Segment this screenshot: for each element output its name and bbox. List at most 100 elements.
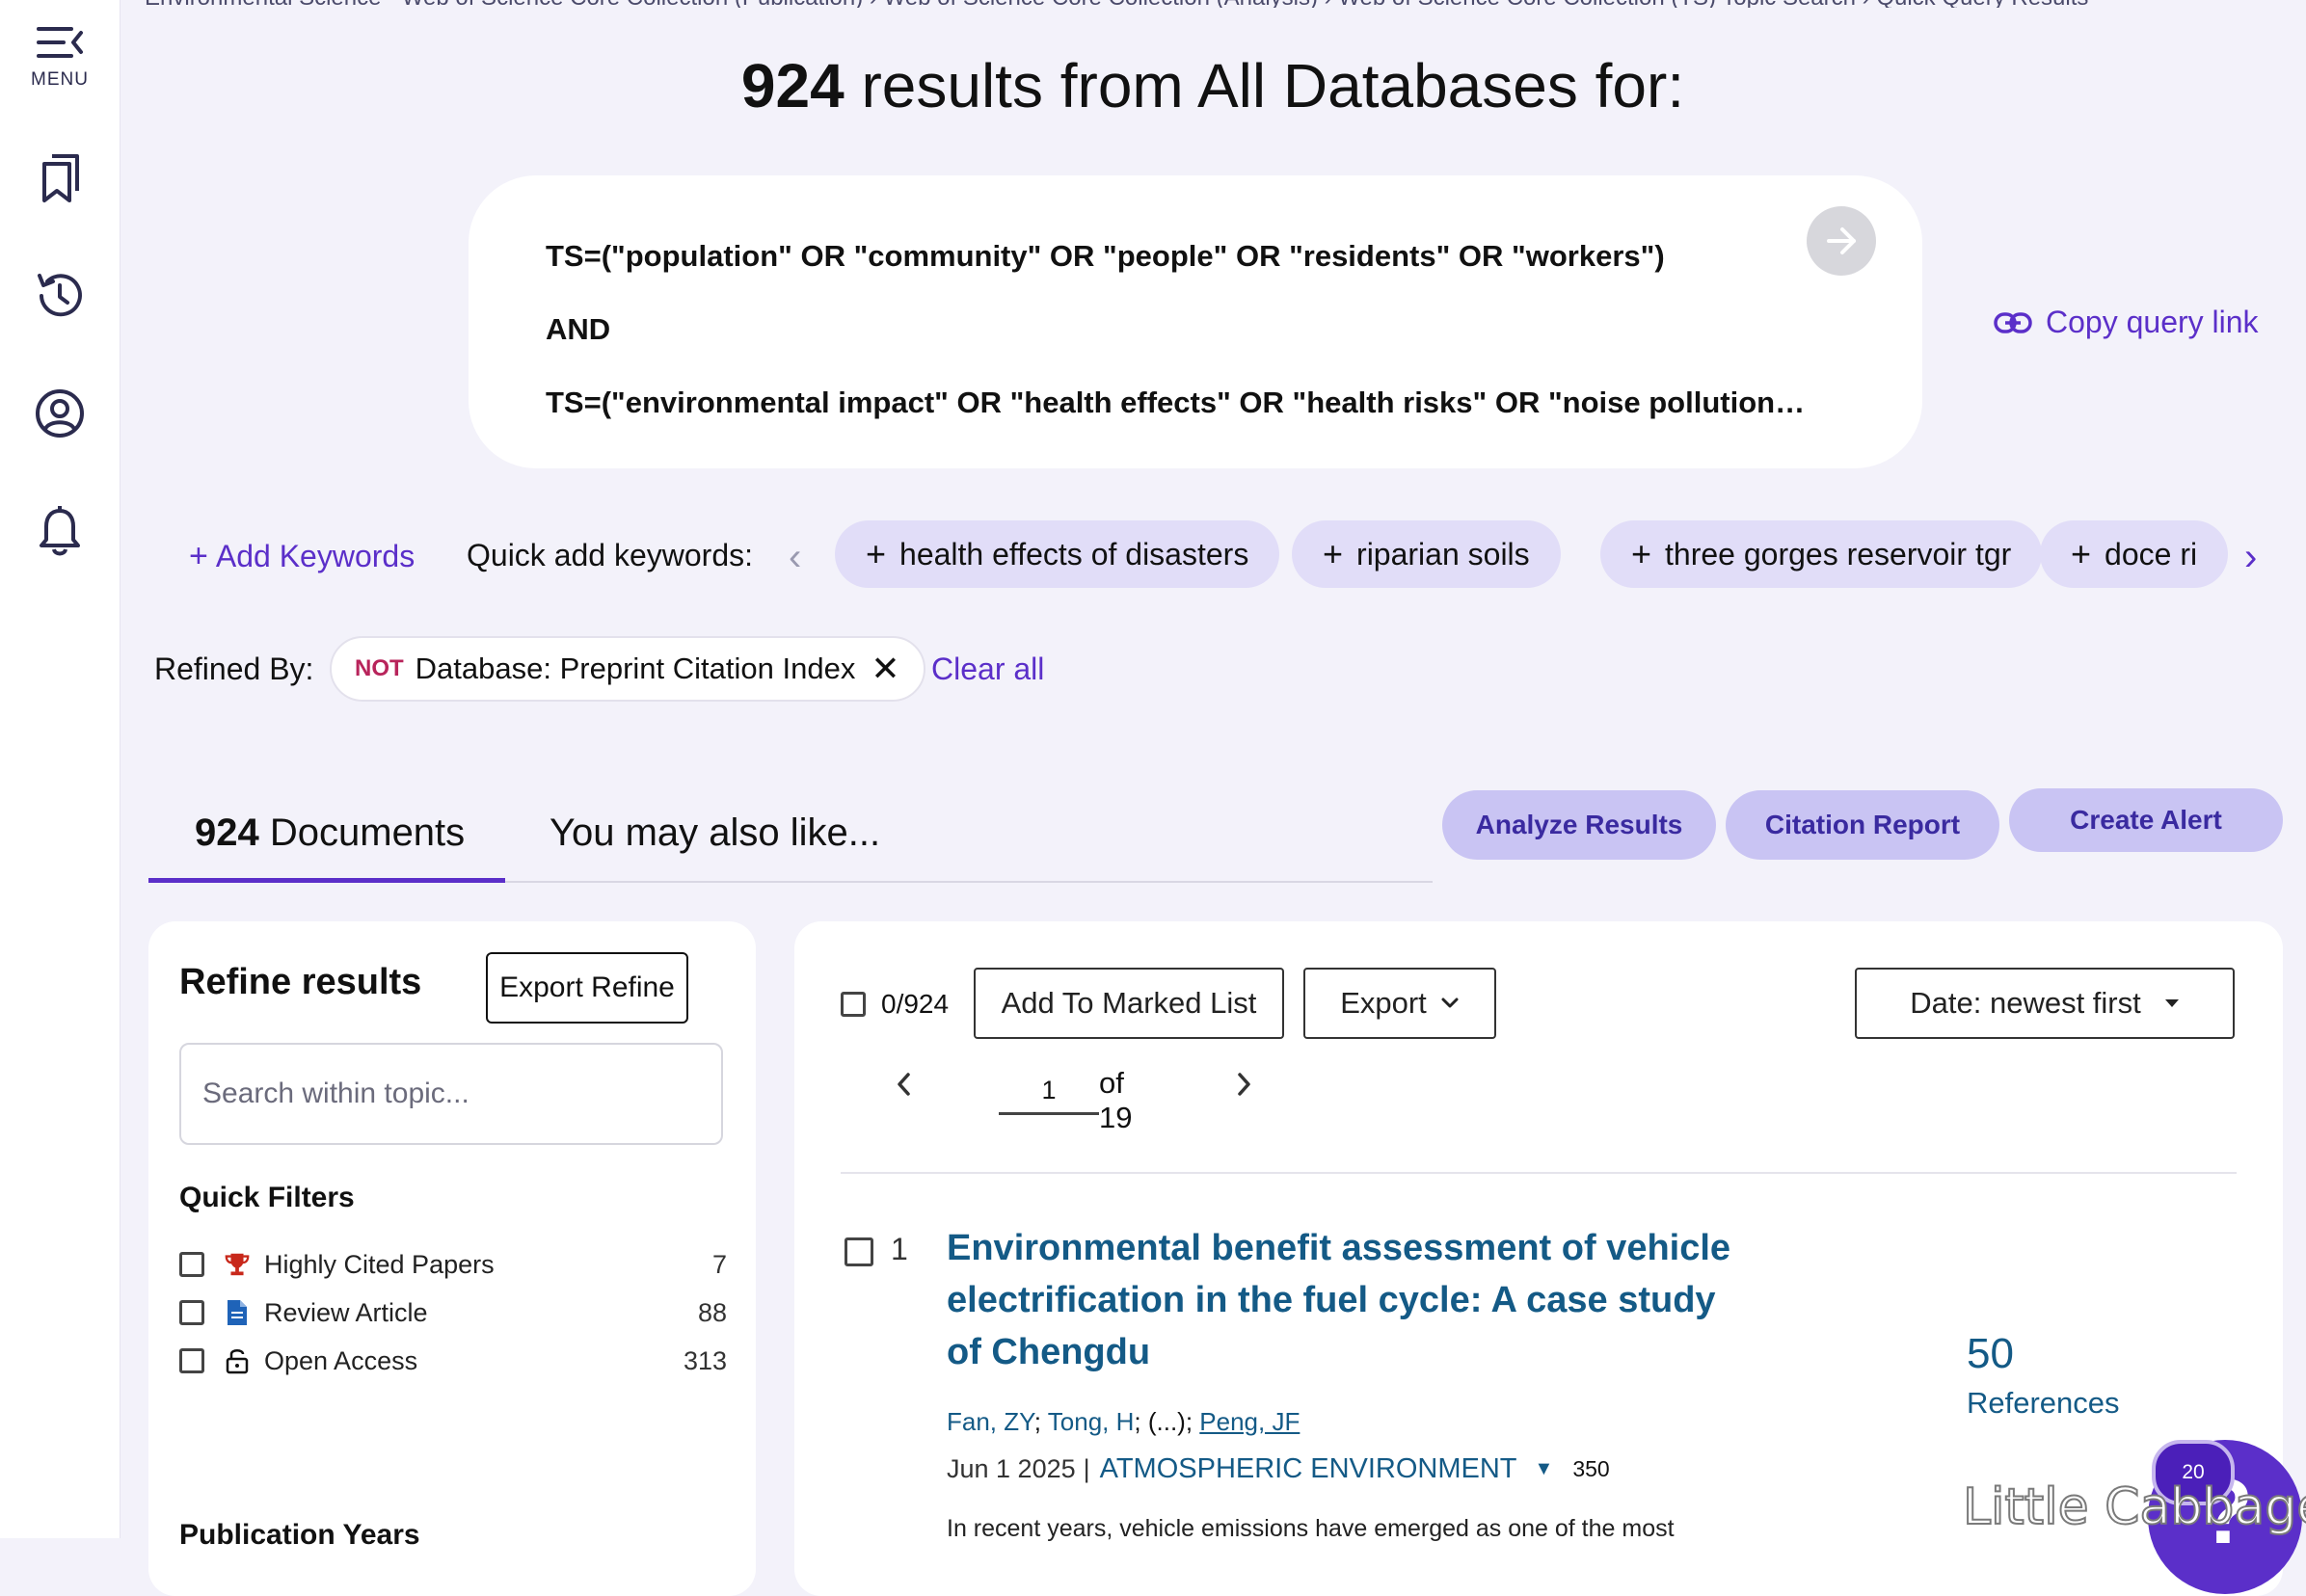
publication-years-heading[interactable]: Publication Years xyxy=(179,1519,420,1552)
checkbox[interactable] xyxy=(179,1348,204,1373)
record-date: Jun 1 2025 xyxy=(947,1454,1076,1483)
left-nav: MENU xyxy=(0,0,121,1538)
chevron-right-icon[interactable] xyxy=(1234,1070,1253,1099)
selected-count: 0/924 xyxy=(881,989,950,1019)
keyword-chip[interactable]: + riparian soils xyxy=(1292,520,1561,588)
watermark: Little Cabbage xyxy=(1962,1477,2306,1537)
clear-all-link[interactable]: Clear all xyxy=(931,652,1044,687)
filter-count: 88 xyxy=(697,1297,727,1327)
keywords-row: + Add Keywords Quick add keywords: ‹ + hea… xyxy=(189,519,2291,592)
document-icon xyxy=(224,1299,251,1326)
sort-label: Date: newest first xyxy=(1910,986,2141,1020)
search-within-input[interactable] xyxy=(179,1043,723,1145)
keyword-chip-label: health effects of disasters xyxy=(899,536,1249,572)
export-button[interactable]: Export xyxy=(1303,968,1496,1039)
plus-icon: + xyxy=(1631,534,1652,573)
caret-down-icon[interactable]: ▼ xyxy=(1535,1458,1554,1480)
plus-icon: + xyxy=(189,538,208,574)
add-keywords-button[interactable]: + Add Keywords xyxy=(189,538,415,575)
chevron-right-icon[interactable]: › xyxy=(2240,536,2262,579)
author-link[interactable]: Peng, JF xyxy=(1199,1407,1300,1436)
trophy-icon xyxy=(224,1251,251,1278)
export-refine-button[interactable]: Export Refine xyxy=(486,952,688,1024)
page-title: 924 results from All Databases for: xyxy=(120,50,2306,121)
quick-add-label: Quick add keywords: xyxy=(467,538,754,572)
notifications-icon xyxy=(40,506,80,556)
filter-count: 313 xyxy=(683,1345,727,1375)
author-link[interactable]: Tong, H xyxy=(1048,1407,1135,1436)
query-box: TS=("population" OR "community" OR "peop… xyxy=(469,175,1922,468)
plus-icon: + xyxy=(2071,534,2092,573)
add-keywords-label: Add Keywords xyxy=(215,539,416,573)
filter-highly-cited[interactable]: Highly Cited Papers 7 xyxy=(179,1245,727,1284)
unlock-icon xyxy=(224,1347,251,1374)
history-button[interactable] xyxy=(0,270,120,322)
tab-documents[interactable]: 924 Documents xyxy=(195,811,465,855)
checkbox[interactable] xyxy=(179,1300,204,1325)
citation-report-button[interactable]: Citation Report xyxy=(1726,790,1999,860)
references-label[interactable]: References xyxy=(1967,1386,2120,1421)
journal-link[interactable]: ATMOSPHERIC ENVIRONMENT xyxy=(1100,1453,1517,1485)
record-abstract: In recent years, vehicle emissions have … xyxy=(947,1515,1675,1542)
notifications-button[interactable] xyxy=(0,505,120,557)
account-button[interactable] xyxy=(0,387,120,439)
filter-open-access[interactable]: Open Access 313 xyxy=(179,1342,727,1380)
keyword-chip-label: doce ri xyxy=(2105,536,2198,572)
record-checkbox[interactable] xyxy=(845,1237,873,1266)
refine-filter-label: Database: Preprint Citation Index xyxy=(415,652,856,685)
keyword-chip[interactable]: + doce ri xyxy=(2040,520,2229,588)
chevron-left-icon[interactable]: ‹ xyxy=(789,536,801,579)
history-icon xyxy=(38,274,82,317)
bookmarks-icon xyxy=(42,154,79,202)
sort-select[interactable]: Date: newest first xyxy=(1855,968,2235,1039)
query-operator: AND xyxy=(546,312,611,346)
menu-button[interactable]: MENU xyxy=(0,23,120,91)
chevron-left-icon[interactable] xyxy=(895,1070,914,1099)
close-icon[interactable]: ✕ xyxy=(871,649,899,689)
tab-also-like[interactable]: You may also like... xyxy=(550,811,880,855)
author-link[interactable]: Fan, ZY xyxy=(947,1407,1034,1436)
filter-label: Open Access xyxy=(264,1345,418,1375)
page-total: of 19 xyxy=(1099,1066,1133,1134)
keyword-chip[interactable]: + health effects of disasters xyxy=(835,520,1280,588)
caret-down-icon xyxy=(2164,999,2179,1007)
query-line-3: TS=("environmental impact" OR "health ef… xyxy=(546,386,1806,419)
title-suffix: results from All Databases for: xyxy=(844,51,1685,120)
refine-filter-chip[interactable]: NOT Database: Preprint Citation Index ✕ xyxy=(330,636,925,702)
authors-ellipsis[interactable]: (...) xyxy=(1148,1407,1186,1436)
plus-icon: + xyxy=(1323,534,1344,573)
add-to-marked-list-button[interactable]: Add To Marked List xyxy=(974,968,1284,1039)
record-title[interactable]: Environmental benefit assessment of vehi… xyxy=(947,1222,1756,1378)
keyword-chip-label: three gorges reservoir tgr xyxy=(1665,536,2012,572)
refine-panel: Refine results Export Refine Quick Filte… xyxy=(148,921,756,1596)
breadcrumb[interactable]: Environmental Science · Web of Science C… xyxy=(145,0,2266,8)
record-authors: Fan, ZY; Tong, H; (...); Peng, JF xyxy=(947,1407,1300,1436)
filter-review-article[interactable]: Review Article 88 xyxy=(179,1293,727,1332)
link-icon xyxy=(1994,311,2032,333)
checkbox[interactable] xyxy=(179,1252,204,1277)
create-alert-button[interactable]: Create Alert xyxy=(2009,788,2283,852)
checkbox[interactable] xyxy=(841,992,866,1017)
keyword-chip-label: riparian soils xyxy=(1356,536,1530,572)
filter-count: 7 xyxy=(711,1249,727,1279)
not-tag: NOT xyxy=(355,655,404,681)
filter-label: Review Article xyxy=(264,1297,428,1327)
quick-filters-title: Quick Filters xyxy=(179,1182,355,1213)
divider xyxy=(841,1172,2237,1174)
analyze-results-button[interactable]: Analyze Results xyxy=(1442,790,1716,860)
references-count[interactable]: 50 xyxy=(1967,1330,2014,1378)
copy-query-link-label: Copy query link xyxy=(2046,305,2259,339)
export-label: Export xyxy=(1340,986,1427,1020)
record-meta: Jun 1 2025 | ATMOSPHERIC ENVIRONMENT ▼ 350 xyxy=(947,1453,1610,1485)
run-query-button[interactable] xyxy=(1807,206,1876,276)
documents-count: 924 xyxy=(195,811,259,854)
page-input[interactable] xyxy=(999,1068,1099,1115)
keyword-chips: + health effects of disasters + riparian s… xyxy=(835,519,2306,592)
active-tab-indicator xyxy=(148,878,505,883)
select-all[interactable]: 0/924 xyxy=(841,989,949,1020)
arrow-right-icon xyxy=(1827,227,1856,254)
copy-query-link[interactable]: Copy query link xyxy=(1994,305,2259,340)
record-number: 1 xyxy=(891,1232,908,1266)
bookmarks-button[interactable] xyxy=(0,152,120,204)
keyword-chip[interactable]: + three gorges reservoir tgr xyxy=(1600,520,2043,588)
